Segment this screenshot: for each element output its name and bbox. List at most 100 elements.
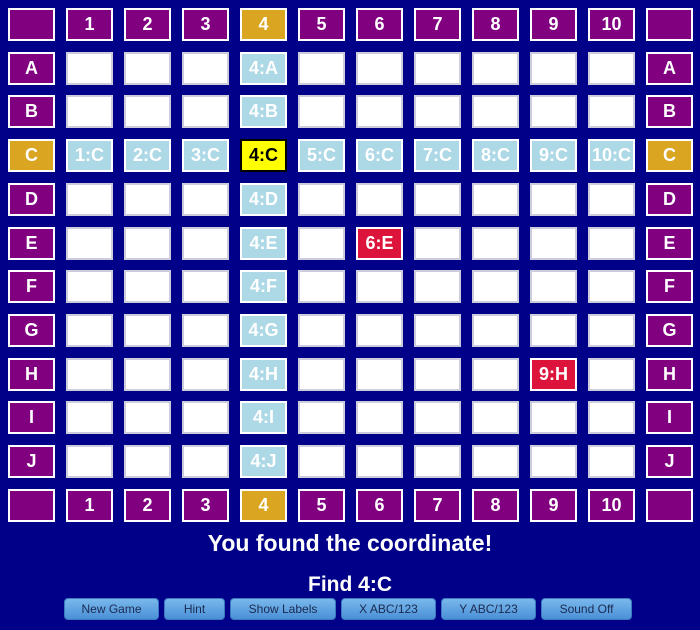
grid-cell-5-D[interactable]: [298, 183, 345, 216]
grid-cell-4-E[interactable]: 4:E: [240, 227, 287, 260]
grid-cell-3-H[interactable]: [182, 358, 229, 391]
grid-cell-1-G[interactable]: [66, 314, 113, 347]
grid-cell-8-A[interactable]: [472, 52, 519, 85]
grid-cell-9-E[interactable]: [530, 227, 577, 260]
grid-cell-10-G[interactable]: [588, 314, 635, 347]
grid-cell-8-J[interactable]: [472, 445, 519, 478]
grid-cell-5-B[interactable]: [298, 95, 345, 128]
grid-cell-1-H[interactable]: [66, 358, 113, 391]
grid-cell-9-F[interactable]: [530, 270, 577, 303]
grid-cell-4-G[interactable]: 4:G: [240, 314, 287, 347]
grid-cell-4-I[interactable]: 4:I: [240, 401, 287, 434]
grid-cell-7-A[interactable]: [414, 52, 461, 85]
grid-cell-4-D[interactable]: 4:D: [240, 183, 287, 216]
x-abc-123-button[interactable]: X ABC/123: [341, 598, 436, 620]
grid-cell-9-H[interactable]: 9:H: [530, 358, 577, 391]
grid-cell-6-J[interactable]: [356, 445, 403, 478]
grid-cell-10-A[interactable]: [588, 52, 635, 85]
grid-cell-9-C[interactable]: 9:C: [530, 139, 577, 172]
grid-cell-2-H[interactable]: [124, 358, 171, 391]
y-abc-123-button[interactable]: Y ABC/123: [441, 598, 536, 620]
grid-cell-7-H[interactable]: [414, 358, 461, 391]
grid-cell-5-F[interactable]: [298, 270, 345, 303]
grid-cell-3-I[interactable]: [182, 401, 229, 434]
grid-cell-8-G[interactable]: [472, 314, 519, 347]
grid-cell-6-G[interactable]: [356, 314, 403, 347]
grid-cell-7-J[interactable]: [414, 445, 461, 478]
show-labels-button[interactable]: Show Labels: [230, 598, 336, 620]
grid-cell-3-G[interactable]: [182, 314, 229, 347]
grid-cell-4-H[interactable]: 4:H: [240, 358, 287, 391]
grid-cell-2-G[interactable]: [124, 314, 171, 347]
grid-cell-9-G[interactable]: [530, 314, 577, 347]
grid-cell-1-F[interactable]: [66, 270, 113, 303]
grid-cell-2-E[interactable]: [124, 227, 171, 260]
grid-cell-1-E[interactable]: [66, 227, 113, 260]
grid-cell-9-B[interactable]: [530, 95, 577, 128]
grid-cell-6-D[interactable]: [356, 183, 403, 216]
grid-cell-10-D[interactable]: [588, 183, 635, 216]
grid-cell-8-H[interactable]: [472, 358, 519, 391]
grid-cell-5-C[interactable]: 5:C: [298, 139, 345, 172]
grid-cell-5-J[interactable]: [298, 445, 345, 478]
grid-cell-3-C[interactable]: 3:C: [182, 139, 229, 172]
grid-cell-7-I[interactable]: [414, 401, 461, 434]
grid-cell-10-E[interactable]: [588, 227, 635, 260]
grid-cell-4-B[interactable]: 4:B: [240, 95, 287, 128]
grid-cell-5-E[interactable]: [298, 227, 345, 260]
grid-cell-1-I[interactable]: [66, 401, 113, 434]
grid-cell-1-B[interactable]: [66, 95, 113, 128]
grid-cell-3-E[interactable]: [182, 227, 229, 260]
grid-cell-10-I[interactable]: [588, 401, 635, 434]
grid-cell-6-A[interactable]: [356, 52, 403, 85]
grid-cell-8-D[interactable]: [472, 183, 519, 216]
grid-cell-2-I[interactable]: [124, 401, 171, 434]
grid-cell-3-F[interactable]: [182, 270, 229, 303]
grid-cell-3-B[interactable]: [182, 95, 229, 128]
grid-cell-9-A[interactable]: [530, 52, 577, 85]
grid-cell-2-B[interactable]: [124, 95, 171, 128]
grid-cell-6-B[interactable]: [356, 95, 403, 128]
grid-cell-4-C[interactable]: 4:C: [240, 139, 287, 172]
sound-off-button[interactable]: Sound Off: [541, 598, 632, 620]
grid-cell-5-I[interactable]: [298, 401, 345, 434]
grid-cell-5-G[interactable]: [298, 314, 345, 347]
grid-cell-8-E[interactable]: [472, 227, 519, 260]
grid-cell-10-B[interactable]: [588, 95, 635, 128]
grid-cell-1-D[interactable]: [66, 183, 113, 216]
grid-cell-4-A[interactable]: 4:A: [240, 52, 287, 85]
grid-cell-1-C[interactable]: 1:C: [66, 139, 113, 172]
grid-cell-2-D[interactable]: [124, 183, 171, 216]
grid-cell-8-B[interactable]: [472, 95, 519, 128]
grid-cell-2-A[interactable]: [124, 52, 171, 85]
grid-cell-7-F[interactable]: [414, 270, 461, 303]
new-game-button[interactable]: New Game: [64, 598, 159, 620]
grid-cell-4-J[interactable]: 4:J: [240, 445, 287, 478]
grid-cell-10-J[interactable]: [588, 445, 635, 478]
grid-cell-7-D[interactable]: [414, 183, 461, 216]
grid-cell-3-D[interactable]: [182, 183, 229, 216]
grid-cell-6-F[interactable]: [356, 270, 403, 303]
grid-cell-8-F[interactable]: [472, 270, 519, 303]
grid-cell-6-I[interactable]: [356, 401, 403, 434]
grid-cell-5-A[interactable]: [298, 52, 345, 85]
hint-button[interactable]: Hint: [164, 598, 225, 620]
grid-cell-3-A[interactable]: [182, 52, 229, 85]
grid-cell-7-C[interactable]: 7:C: [414, 139, 461, 172]
grid-cell-7-E[interactable]: [414, 227, 461, 260]
grid-cell-7-G[interactable]: [414, 314, 461, 347]
grid-cell-6-E[interactable]: 6:E: [356, 227, 403, 260]
grid-cell-8-C[interactable]: 8:C: [472, 139, 519, 172]
grid-cell-9-J[interactable]: [530, 445, 577, 478]
grid-cell-4-F[interactable]: 4:F: [240, 270, 287, 303]
grid-cell-6-H[interactable]: [356, 358, 403, 391]
grid-cell-3-J[interactable]: [182, 445, 229, 478]
grid-cell-10-F[interactable]: [588, 270, 635, 303]
grid-cell-6-C[interactable]: 6:C: [356, 139, 403, 172]
grid-cell-1-A[interactable]: [66, 52, 113, 85]
grid-cell-5-H[interactable]: [298, 358, 345, 391]
grid-cell-9-I[interactable]: [530, 401, 577, 434]
grid-cell-1-J[interactable]: [66, 445, 113, 478]
grid-cell-2-F[interactable]: [124, 270, 171, 303]
grid-cell-10-C[interactable]: 10:C: [588, 139, 635, 172]
